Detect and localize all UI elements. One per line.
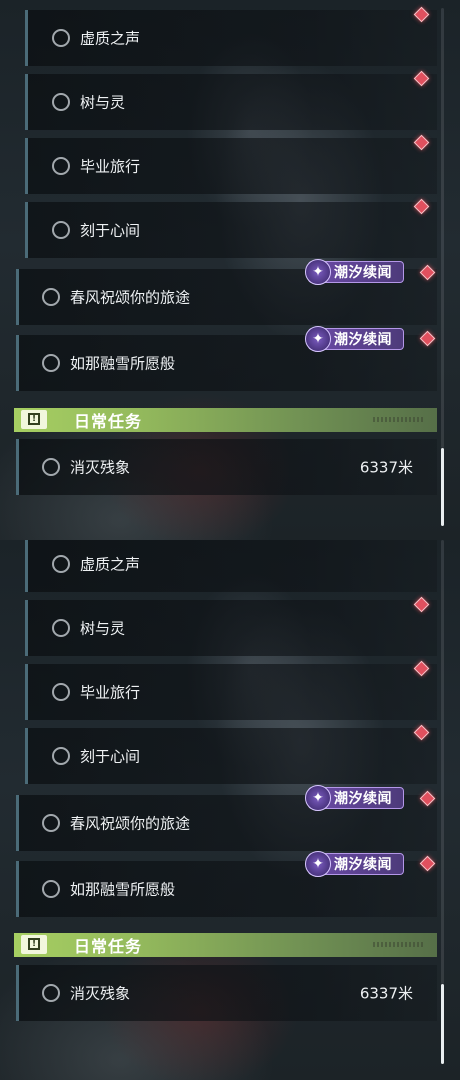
quest-label: 树与灵 xyxy=(80,619,126,638)
quest-distance: 6337米 xyxy=(359,984,413,1003)
tidal-tale-tag: ✦ 潮汐续闻 xyxy=(305,259,404,285)
exclamation-icon: ! xyxy=(21,935,47,954)
quest-status-circle-icon xyxy=(52,29,70,47)
scrollbar-thumb[interactable] xyxy=(441,448,444,526)
quest-item-sub[interactable]: 毕业旅行 xyxy=(25,664,437,720)
quest-label: 刻于心间 xyxy=(80,747,141,766)
quest-status-circle-icon xyxy=(52,93,70,111)
quest-item-sub[interactable]: 刻于心间 xyxy=(25,728,437,784)
quest-item-sub[interactable]: 毕业旅行 xyxy=(25,138,437,194)
quest-label: 如那融雪所愿般 xyxy=(70,354,176,373)
quest-status-circle-icon xyxy=(42,984,60,1002)
quest-label: 毕业旅行 xyxy=(80,157,141,176)
quest-status-circle-icon xyxy=(52,157,70,175)
exclamation-icon: ! xyxy=(21,410,47,429)
quest-label: 毕业旅行 xyxy=(80,683,141,702)
scrollbar-track[interactable] xyxy=(441,8,444,448)
quest-item-sub[interactable]: 虚质之声 xyxy=(25,540,437,592)
quest-item-sub[interactable]: 树与灵 xyxy=(25,600,437,656)
quest-status-circle-icon xyxy=(52,747,70,765)
quest-status-circle-icon xyxy=(42,880,60,898)
quest-tracker-panel: 虚质之声 树与灵 毕业旅行 刻于心间 春风祝颂你的旅途 ✦ 潮汐续闻 如那融雪所… xyxy=(0,0,460,540)
quest-item-sub[interactable]: 树与灵 xyxy=(25,74,437,130)
quest-item-daily[interactable]: 消灭残象 6337米 xyxy=(16,965,437,1021)
quest-label: 刻于心间 xyxy=(80,221,141,240)
scrollbar-track[interactable] xyxy=(441,540,444,984)
quest-item-daily[interactable]: 消灭残象 6337米 xyxy=(16,439,437,495)
sparkle-icon: ✦ xyxy=(305,259,331,285)
quest-status-circle-icon xyxy=(42,814,60,832)
section-title: 日常任务 xyxy=(74,937,143,956)
quest-tracker-panel: 虚质之声 树与灵 毕业旅行 刻于心间 春风祝颂你的旅途 ✦ 潮汐续闻 如那融雪所… xyxy=(0,540,460,1080)
quest-distance: 6337米 xyxy=(359,458,413,477)
quest-status-circle-icon xyxy=(52,619,70,637)
sparkle-icon: ✦ xyxy=(305,785,331,811)
quest-label: 消灭残象 xyxy=(70,984,131,1003)
quest-label: 春风祝颂你的旅途 xyxy=(70,814,191,833)
quest-status-circle-icon xyxy=(42,288,60,306)
quest-label: 消灭残象 xyxy=(70,458,131,477)
quest-status-circle-icon xyxy=(42,458,60,476)
sparkle-icon: ✦ xyxy=(305,851,331,877)
quest-label: 如那融雪所愿般 xyxy=(70,880,176,899)
tidal-tale-tag: ✦ 潮汐续闻 xyxy=(305,785,404,811)
sparkle-icon: ✦ xyxy=(305,326,331,352)
daily-quest-header[interactable]: ! 日常任务 xyxy=(14,933,437,957)
tidal-tale-tag: ✦ 潮汐续闻 xyxy=(305,326,404,352)
quest-status-circle-icon xyxy=(52,555,70,573)
quest-label: 虚质之声 xyxy=(80,29,141,48)
header-decoration xyxy=(373,942,423,947)
daily-quest-header[interactable]: ! 日常任务 xyxy=(14,408,437,432)
quest-item-sub[interactable]: 刻于心间 xyxy=(25,202,437,258)
quest-status-circle-icon xyxy=(42,354,60,372)
quest-item-sub[interactable]: 虚质之声 xyxy=(25,10,437,66)
quest-label: 春风祝颂你的旅途 xyxy=(70,288,191,307)
quest-label: 虚质之声 xyxy=(80,555,141,574)
quest-label: 树与灵 xyxy=(80,93,126,112)
quest-status-circle-icon xyxy=(52,683,70,701)
quest-status-circle-icon xyxy=(52,221,70,239)
section-title: 日常任务 xyxy=(74,412,143,431)
header-decoration xyxy=(373,417,423,422)
tidal-tale-tag: ✦ 潮汐续闻 xyxy=(305,851,404,877)
scrollbar-thumb[interactable] xyxy=(441,984,444,1064)
